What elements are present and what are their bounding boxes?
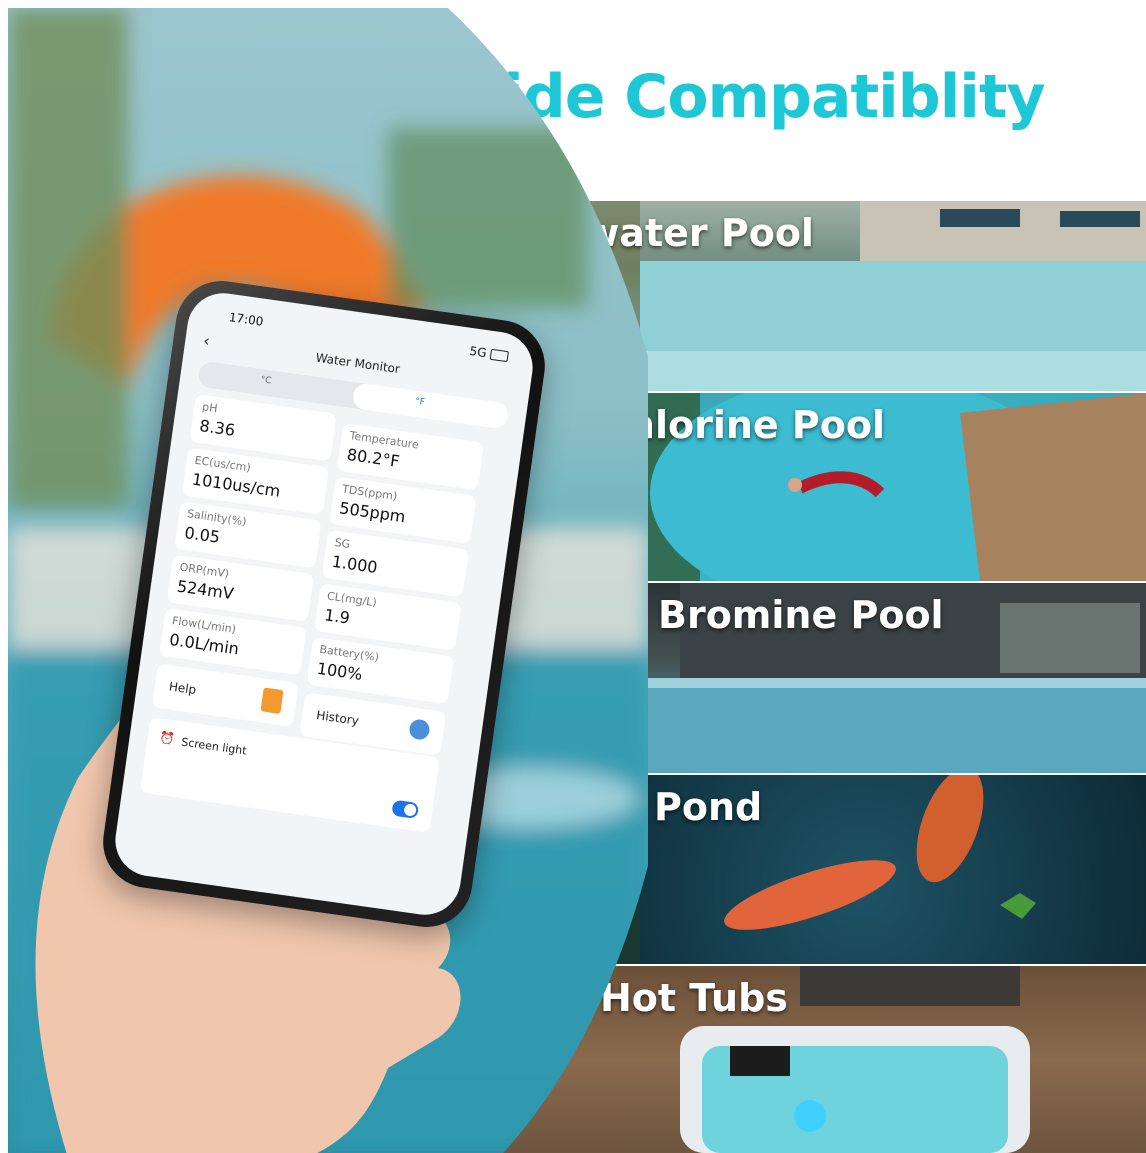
history-label: History xyxy=(315,708,360,728)
reading-value: 524mV xyxy=(175,576,235,604)
reading-value: 80.2°F xyxy=(345,444,401,472)
help-label: Help xyxy=(168,679,198,697)
reading-value: 8.36 xyxy=(198,416,237,440)
document-icon xyxy=(260,687,284,714)
alarm-bell-icon: ⏰ xyxy=(158,730,176,747)
screen-light-label: Screen light xyxy=(180,735,248,758)
band-label: Pond xyxy=(654,785,763,829)
status-time: 17:00 xyxy=(228,310,265,329)
screen-light-toggle[interactable] xyxy=(391,799,420,820)
help-button[interactable]: Help xyxy=(151,663,299,727)
globe-icon xyxy=(408,718,431,741)
reading-value: 100% xyxy=(315,658,364,684)
battery-icon xyxy=(489,348,509,363)
unit-fahrenheit-option[interactable]: °F xyxy=(414,397,425,408)
product-banner: Wide Compatiblity Saltwater Pool Chlorin… xyxy=(0,0,1146,1153)
reading-value: 0.05 xyxy=(183,522,222,547)
status-network: 5G xyxy=(468,343,488,361)
reading-label: SG xyxy=(333,535,351,551)
reading-value: 1010us/cm xyxy=(190,469,282,501)
unit-selected-indicator xyxy=(351,382,510,430)
pool-background-photo: 17:00 5G ‹ Water Monitor ✎ °C °F pH 8.36 xyxy=(8,8,648,1153)
reading-label: pH xyxy=(201,400,219,416)
reading-value: 1.000 xyxy=(330,551,379,577)
reading-value: 505ppm xyxy=(338,498,407,527)
reading-value: 1.9 xyxy=(323,605,352,628)
band-label: Bromine Pool xyxy=(658,593,944,637)
unit-celsius-option[interactable]: °C xyxy=(260,375,272,386)
